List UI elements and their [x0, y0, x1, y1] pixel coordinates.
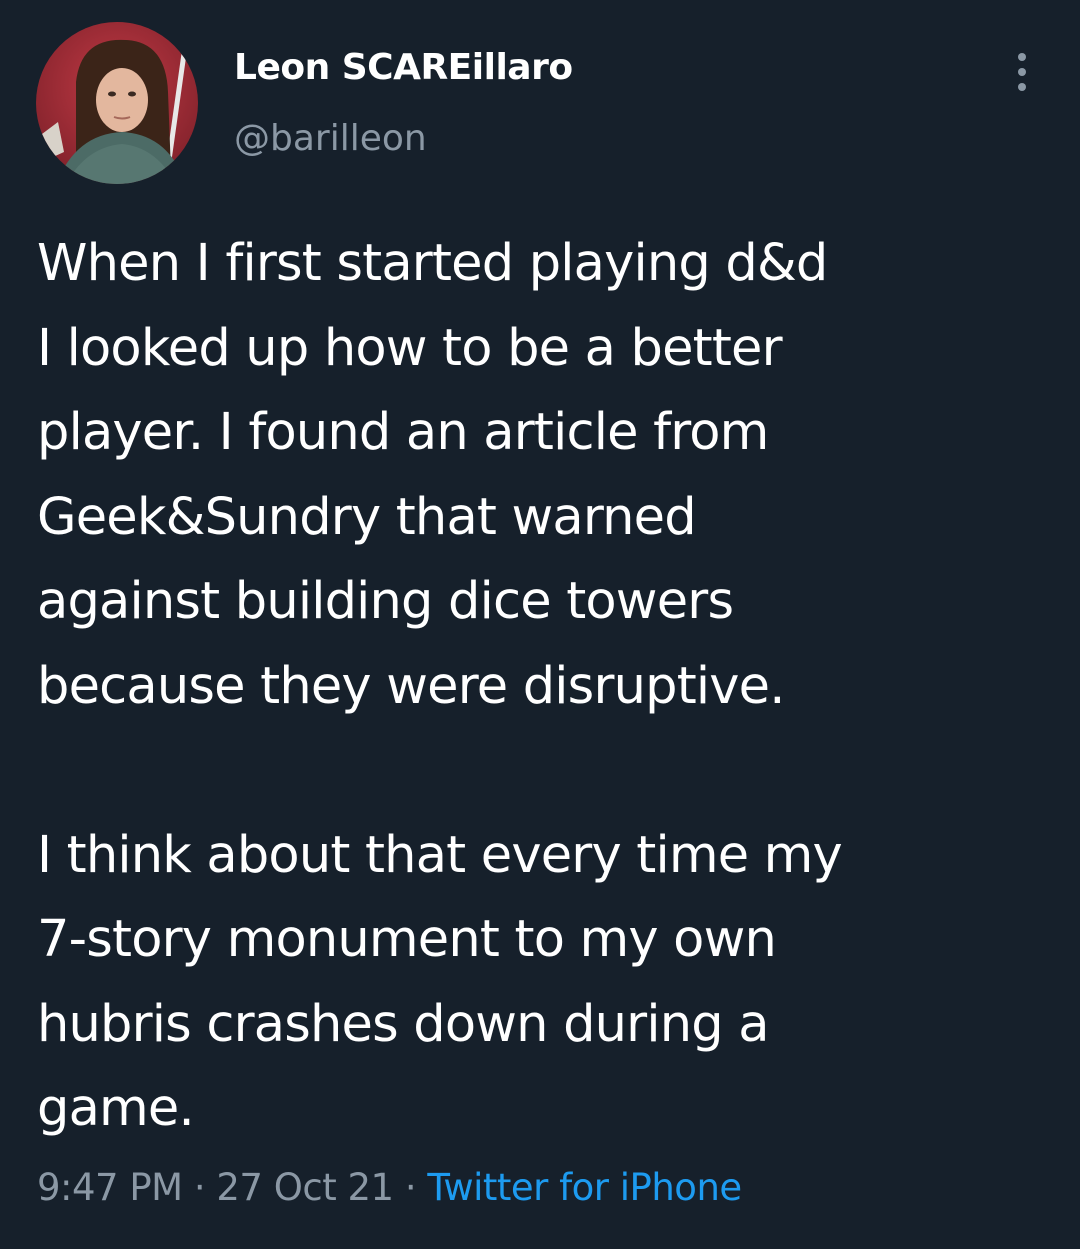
tweet-source-link[interactable]: Twitter for iPhone — [427, 1166, 742, 1209]
more-vertical-icon — [1018, 53, 1026, 61]
display-name[interactable]: Leon SCAREillaro — [234, 44, 573, 92]
tweet-metadata: 9:47 PM · 27 Oct 21 · Twitter for iPhone — [37, 1160, 742, 1216]
more-options-button[interactable] — [1000, 48, 1044, 96]
user-handle[interactable]: @barilleon — [234, 115, 573, 163]
tweet-card: Leon SCAREillaro @barilleon When I first… — [0, 0, 1080, 1249]
tweet-date[interactable]: 27 Oct 21 — [216, 1166, 394, 1209]
tweet-header: Leon SCAREillaro @barilleon — [36, 22, 1044, 187]
more-vertical-icon — [1018, 68, 1026, 76]
avatar[interactable] — [36, 22, 198, 184]
tweet-time[interactable]: 9:47 PM — [37, 1166, 183, 1209]
meta-separator: · — [393, 1166, 428, 1209]
user-info: Leon SCAREillaro @barilleon — [234, 44, 573, 163]
more-vertical-icon — [1018, 83, 1026, 91]
avatar-photo-icon — [36, 22, 198, 184]
meta-separator: · — [182, 1166, 217, 1209]
tweet-text: When I first started playing d&d I looke… — [37, 234, 843, 1138]
